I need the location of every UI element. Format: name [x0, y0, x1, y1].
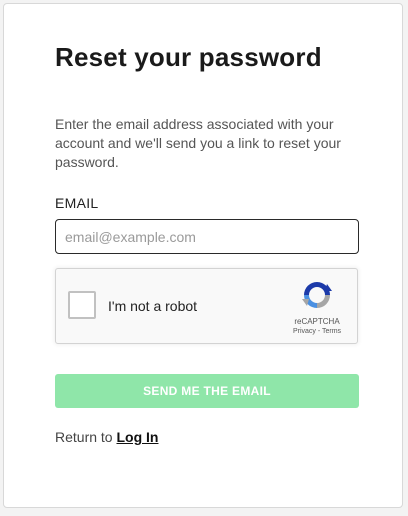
page-title: Reset your password [55, 42, 322, 72]
recaptcha-brand: reCAPTCHA [294, 317, 340, 326]
recaptcha-checkbox[interactable] [68, 291, 96, 319]
return-to-login-line: Return to Log In [55, 429, 158, 445]
recaptcha-widget: I'm not a robot reCAPTCHA Privacy - Term… [55, 268, 358, 344]
instructions-text: Enter the email address associated with … [55, 116, 341, 170]
return-prefix-text: Return to [55, 429, 117, 445]
reset-password-card: Reset your password Enter the email addr… [3, 3, 403, 508]
recaptcha-links: Privacy - Terms [278, 328, 356, 335]
email-label: EMAIL [55, 195, 99, 211]
recaptcha-privacy-link[interactable]: Privacy [293, 328, 316, 335]
recaptcha-logo-icon [302, 282, 332, 308]
login-link[interactable]: Log In [116, 429, 158, 445]
recaptcha-label: I'm not a robot [108, 298, 198, 314]
recaptcha-terms-link[interactable]: Terms [322, 328, 341, 335]
email-input[interactable] [55, 219, 359, 254]
send-email-button[interactable]: SEND ME THE EMAIL [55, 374, 359, 408]
